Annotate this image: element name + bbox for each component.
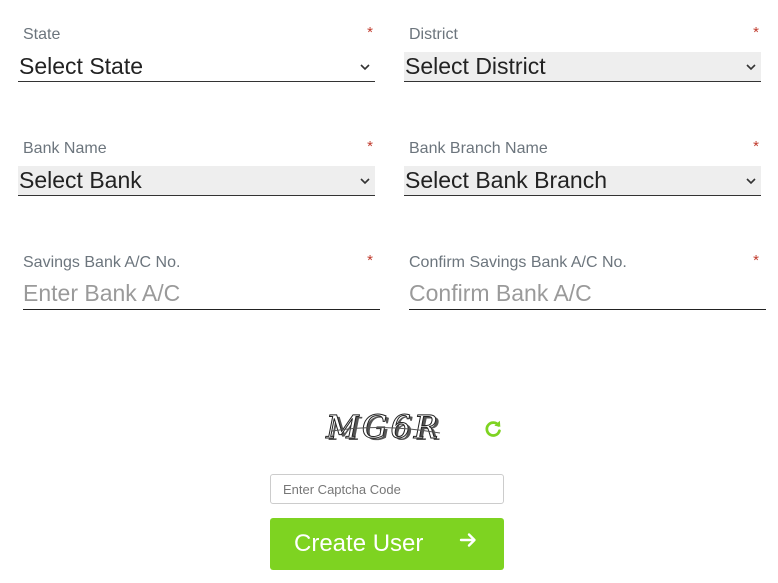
captcha-graphic: MG6R MG6R <box>325 408 441 449</box>
create-user-button[interactable]: Create User <box>270 518 504 570</box>
captcha-image: MG6R MG6R <box>322 405 447 450</box>
state-field: State * Select State <box>18 24 375 82</box>
captcha-input[interactable]: Enter Captcha Code <box>270 474 504 504</box>
bank-name-select[interactable]: Select Bank <box>18 166 375 196</box>
confirm-account-no-label: Confirm Savings Bank A/C No. <box>409 254 627 271</box>
arrow-right-icon <box>459 533 476 547</box>
chevron-down-icon <box>360 63 370 70</box>
account-no-input[interactable]: Enter Bank A/C <box>23 278 380 310</box>
chevron-down-icon <box>746 63 756 70</box>
chevron-down-icon <box>746 177 756 184</box>
state-select[interactable]: Select State <box>18 52 375 82</box>
bank-branch-select[interactable]: Select Bank Branch <box>404 166 761 196</box>
state-label: State <box>23 26 61 43</box>
required-marker: * <box>753 138 759 155</box>
chevron-down-icon <box>360 177 370 184</box>
bank-branch-field: Bank Branch Name * Select Bank Branch <box>404 138 761 196</box>
district-label-row: District * <box>404 24 761 46</box>
bank-name-label-row: Bank Name * <box>18 138 375 160</box>
district-select[interactable]: Select District <box>404 52 761 82</box>
confirm-account-no-label-row: Confirm Savings Bank A/C No. * <box>404 252 761 274</box>
district-label: District <box>409 26 458 43</box>
bank-name-field: Bank Name * Select Bank <box>18 138 375 196</box>
bank-branch-select-value: Select Bank Branch <box>405 167 608 193</box>
refresh-icon[interactable] <box>482 418 504 440</box>
account-no-label: Savings Bank A/C No. <box>23 254 181 271</box>
confirm-account-no-placeholder: Confirm Bank A/C <box>409 280 592 306</box>
district-field: District * Select District <box>404 24 761 82</box>
required-marker: * <box>367 24 373 41</box>
captcha-input-placeholder: Enter Captcha Code <box>283 481 401 497</box>
confirm-account-no-field: Confirm Savings Bank A/C No. * Confirm B… <box>404 252 766 310</box>
bank-name-select-value: Select Bank <box>19 167 142 193</box>
state-label-row: State * <box>18 24 375 46</box>
account-no-field: Savings Bank A/C No. * Enter Bank A/C <box>18 252 380 310</box>
district-select-value: Select District <box>405 53 546 79</box>
bank-branch-label: Bank Branch Name <box>409 140 548 157</box>
bank-branch-label-row: Bank Branch Name * <box>404 138 761 160</box>
required-marker: * <box>367 252 373 269</box>
confirm-account-no-input[interactable]: Confirm Bank A/C <box>409 278 766 310</box>
state-select-value: Select State <box>19 53 144 79</box>
required-marker: * <box>753 252 759 269</box>
create-user-label: Create User <box>294 530 424 557</box>
bank-name-label: Bank Name <box>23 140 107 157</box>
account-no-label-row: Savings Bank A/C No. * <box>18 252 375 274</box>
required-marker: * <box>367 138 373 155</box>
account-no-placeholder: Enter Bank A/C <box>23 280 181 306</box>
required-marker: * <box>753 24 759 41</box>
